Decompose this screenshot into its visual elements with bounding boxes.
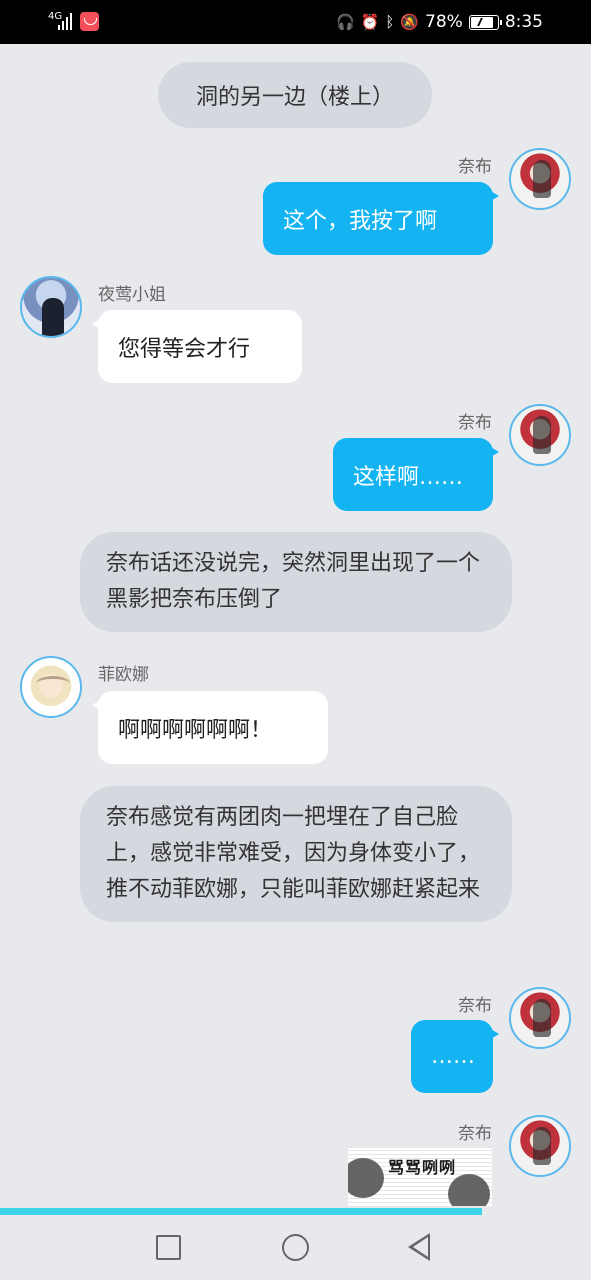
narration-bubble: 奈布话还没说完，突然洞里出现了一个黑影把奈布压倒了: [80, 532, 512, 632]
avatar[interactable]: [509, 404, 571, 466]
avatar[interactable]: [509, 987, 571, 1049]
mute-icon: 🔕: [400, 12, 420, 31]
battery-percent: 78%: [425, 12, 463, 32]
clock: 8:35: [504, 12, 543, 32]
message-bubble[interactable]: 这样啊……: [333, 438, 499, 511]
recent-apps-square-icon[interactable]: [156, 1235, 181, 1260]
sender-name: 奈布: [458, 413, 492, 433]
chat-title-pill: 洞的另一边（楼上）: [158, 62, 432, 128]
app-notification-icon: [80, 12, 99, 31]
sticker-text: 骂骂咧咧: [388, 1158, 457, 1177]
reading-progress-bar: [0, 1208, 482, 1215]
narration-bubble: 奈布感觉有两团肉一把埋在了自己脸上，感觉非常难受，因为身体变小了，推不动菲欧娜，…: [80, 786, 512, 922]
headphones-icon: 🎧: [335, 12, 355, 31]
status-bar: 4G 🎧 ⏰ ᛒ 🔕 78% 8:35: [0, 0, 591, 44]
home-circle-icon[interactable]: [282, 1234, 309, 1261]
avatar[interactable]: [509, 148, 571, 210]
avatar[interactable]: [20, 276, 82, 338]
avatar[interactable]: [20, 656, 82, 718]
sender-name: 菲欧娜: [98, 665, 149, 685]
battery-icon: [468, 14, 502, 30]
alarm-icon: ⏰: [360, 12, 380, 31]
sender-name: 奈布: [458, 1124, 492, 1144]
sender-name: 奈布: [458, 157, 492, 177]
message-bubble[interactable]: 这个，我按了啊: [263, 182, 499, 255]
avatar[interactable]: [509, 1115, 571, 1177]
message-bubble[interactable]: 啊啊啊啊啊啊！: [92, 691, 328, 764]
navigation-bar: [0, 1215, 591, 1280]
back-triangle-icon[interactable]: [408, 1233, 430, 1261]
bluetooth-icon: ᛒ: [385, 12, 395, 31]
sender-name: 夜莺小姐: [98, 285, 166, 305]
message-bubble[interactable]: 您得等会才行: [92, 310, 302, 383]
signal-icon: [58, 12, 74, 30]
message-bubble[interactable]: ……: [411, 1020, 499, 1093]
sender-name: 奈布: [458, 996, 492, 1016]
sticker-image[interactable]: 骂骂咧咧: [348, 1148, 492, 1206]
